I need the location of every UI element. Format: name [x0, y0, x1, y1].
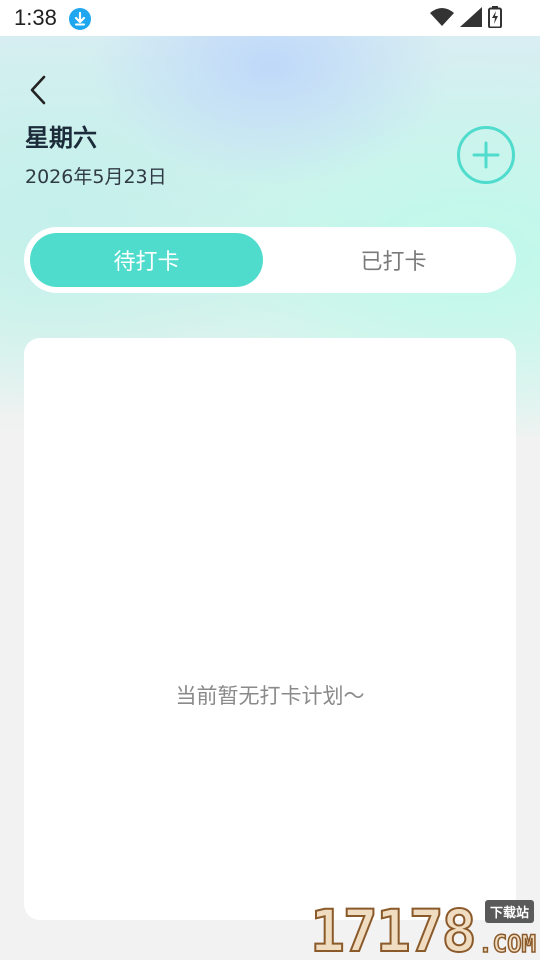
- chevron-left-icon: [30, 75, 46, 105]
- watermark-badge: 下载站: [484, 900, 534, 923]
- empty-state-message: 当前暂无打卡计划～: [175, 684, 365, 708]
- plus-circle-icon[interactable]: [456, 125, 516, 185]
- wifi-icon: [430, 8, 454, 26]
- battery-charging-icon: [488, 6, 502, 28]
- watermark-suffix: .COM: [477, 929, 536, 959]
- watermark-number: 17178: [309, 897, 478, 960]
- signal-icon: [460, 7, 482, 27]
- watermark-logo: 17178 下载站 .COM: [309, 897, 537, 960]
- page-title: 星期六: [25, 124, 97, 152]
- checkin-list-card: 当前暂无打卡计划～: [24, 338, 516, 920]
- tab-done[interactable]: 已打卡: [277, 233, 510, 287]
- download-icon: [69, 8, 91, 30]
- status-bar: 1:38: [0, 0, 540, 36]
- status-time: 1:38: [14, 5, 57, 30]
- tab-pending[interactable]: 待打卡: [30, 233, 263, 287]
- page-date: 2026年5月23日: [25, 166, 167, 188]
- tab-bar: 待打卡 已打卡: [24, 227, 516, 293]
- back-button[interactable]: [20, 72, 56, 108]
